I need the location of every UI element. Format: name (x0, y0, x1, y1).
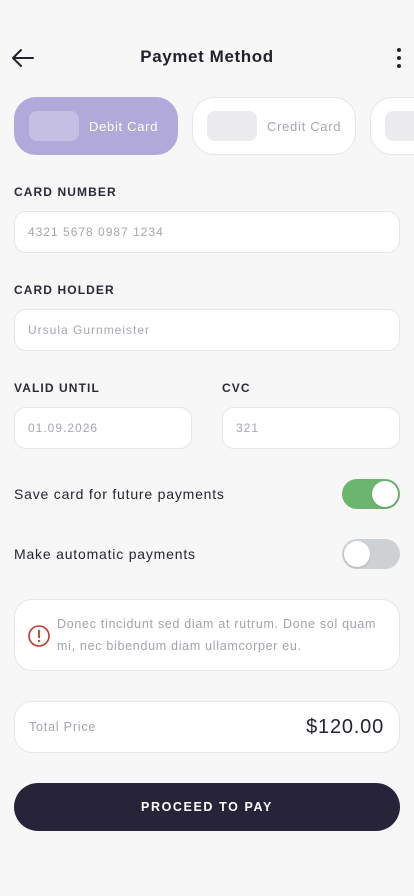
tab-label: Credit Card (267, 118, 342, 134)
proceed-to-pay-button[interactable]: PROCEED TO PAY (14, 783, 400, 831)
card-number-field-wrapper (14, 211, 400, 253)
tab-debit-card[interactable]: Debit Card (14, 97, 178, 155)
save-card-toggle[interactable] (342, 479, 400, 509)
card-number-input[interactable] (28, 225, 386, 239)
total-price-box: Total Price $120.00 (14, 701, 400, 753)
valid-until-input[interactable] (28, 421, 178, 435)
card-number-label: CARD NUMBER (14, 185, 117, 199)
auto-pay-toggle[interactable] (342, 539, 400, 569)
more-options-button[interactable] (390, 44, 408, 72)
save-card-label: Save card for future payments (14, 486, 225, 502)
toggle-knob (372, 481, 398, 507)
toggle-knob (344, 541, 370, 567)
card-chip-icon (207, 111, 257, 141)
card-chip-icon (385, 111, 414, 141)
tab-credit-card[interactable]: Credit Card (192, 97, 356, 155)
card-chip-icon (29, 111, 79, 141)
card-type-tabs: Debit Card Credit Card (14, 97, 414, 155)
info-text: Donec tincidunt sed diam at rutrum. Done… (57, 617, 377, 653)
card-holder-label: CARD HOLDER (14, 283, 115, 297)
valid-until-field-wrapper (14, 407, 192, 449)
auto-pay-label: Make automatic payments (14, 546, 196, 562)
cvc-field-wrapper (222, 407, 400, 449)
cvc-label: CVC (222, 381, 251, 395)
total-price-value: $120.00 (306, 715, 384, 738)
valid-until-label: VALID UNTIL (14, 381, 100, 395)
page-title: Paymet Method (140, 47, 274, 66)
card-holder-input[interactable] (28, 323, 386, 337)
save-card-row: Save card for future payments (14, 478, 400, 510)
cvc-input[interactable] (236, 421, 386, 435)
info-notice: Donec tincidunt sed diam at rutrum. Done… (14, 599, 400, 671)
card-holder-field-wrapper (14, 309, 400, 351)
auto-pay-row: Make automatic payments (14, 538, 400, 570)
tab-label: Debit Card (89, 118, 159, 134)
app-header: Paymet Method (0, 36, 414, 80)
tab-other-card[interactable] (370, 97, 414, 155)
total-price-label: Total Price (29, 720, 97, 734)
more-vertical-icon (397, 48, 401, 52)
alert-circle-icon (28, 625, 50, 647)
